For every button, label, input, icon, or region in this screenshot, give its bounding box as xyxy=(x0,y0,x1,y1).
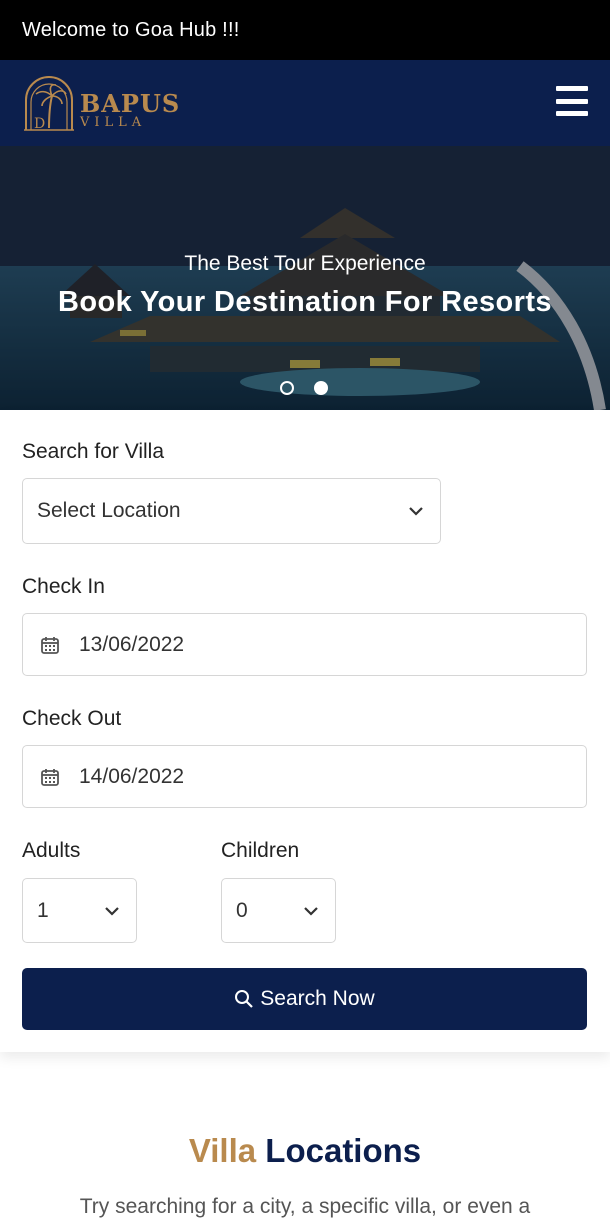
hero-slider: The Best Tour Experience Book Your Desti… xyxy=(0,146,610,410)
children-select[interactable]: 0 xyxy=(221,878,336,943)
location-select-value: Select Location xyxy=(37,499,181,522)
navbar: D BAPUS VILLA xyxy=(0,60,610,146)
brand-logo[interactable]: D BAPUS VILLA xyxy=(22,74,192,132)
title-rest: Locations xyxy=(265,1132,422,1169)
calendar-icon xyxy=(41,768,59,786)
hamburger-line xyxy=(556,98,588,104)
checkin-date-input[interactable]: 13/06/2022 xyxy=(22,613,587,676)
checkout-label: Check Out xyxy=(22,707,122,730)
children-label: Children xyxy=(221,839,300,862)
slider-dot-2-active[interactable] xyxy=(314,381,328,395)
adults-select[interactable]: 1 xyxy=(22,878,137,943)
calendar-icon xyxy=(41,636,59,654)
hamburger-icon[interactable] xyxy=(556,84,588,118)
checkout-date-input[interactable]: 14/06/2022 xyxy=(22,745,587,808)
villa-locations-title: Villa Locations xyxy=(0,1132,610,1170)
search-now-button[interactable]: Search Now xyxy=(22,968,587,1030)
chevron-down-icon xyxy=(409,507,423,516)
checkout-date-value: 14/06/2022 xyxy=(79,764,185,788)
welcome-text: Welcome to Goa Hub !!! xyxy=(22,18,240,41)
search-villa-label: Search for Villa xyxy=(22,440,165,463)
hamburger-line xyxy=(556,86,588,91)
villa-locations-subtitle: Try searching for a city, a specific vil… xyxy=(79,1195,531,1218)
title-accent: Villa xyxy=(188,1132,257,1169)
top-bar: Welcome to Goa Hub !!! xyxy=(0,0,610,60)
chevron-down-icon xyxy=(105,906,119,916)
villa-search-form: Search for Villa Select Location Check I… xyxy=(0,410,610,1052)
adults-label: Adults xyxy=(22,839,81,862)
checkin-date-value: 13/06/2022 xyxy=(79,632,185,656)
location-select[interactable]: Select Location xyxy=(22,478,441,544)
checkin-label: Check In xyxy=(22,575,105,598)
hero-headline: Book Your Destination For Resorts xyxy=(58,286,552,318)
search-now-label: Search Now xyxy=(260,987,375,1010)
palm-arch-icon: D xyxy=(24,76,74,132)
logo-name: BAPUS xyxy=(80,89,181,118)
chevron-down-icon xyxy=(304,906,318,916)
hero-tagline: The Best Tour Experience xyxy=(184,252,426,275)
search-icon xyxy=(235,990,254,1008)
resort-hero-image xyxy=(0,146,610,410)
logo-subtitle: VILLA xyxy=(80,115,147,130)
children-select-value: 0 xyxy=(236,898,248,922)
adults-select-value: 1 xyxy=(37,898,49,922)
slider-dot-1[interactable] xyxy=(280,381,294,395)
hamburger-line xyxy=(556,111,588,116)
